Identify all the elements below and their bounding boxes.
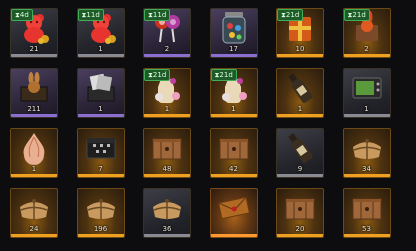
- inventory-slot-lollipops[interactable]: 2 ⧗11d: [143, 8, 191, 58]
- rarity-bar: [77, 114, 124, 117]
- inventory-slot-potion-flowers[interactable]: 1 ⧗21d: [209, 68, 258, 118]
- item-count: 1: [164, 105, 170, 113]
- item-count: 42: [229, 165, 238, 173]
- inventory-slot-parcel[interactable]: 36: [143, 188, 191, 238]
- onion-orb-icon: [18, 131, 50, 169]
- inventory-slot-tv-set[interactable]: 1: [342, 68, 391, 118]
- crate-icon: [350, 192, 384, 228]
- rarity-bar: [277, 234, 323, 237]
- inventory-slot-candy-jar[interactable]: 17: [209, 8, 258, 58]
- item-count: 53: [362, 225, 371, 233]
- item-count: 1: [231, 105, 236, 113]
- item-count: 196: [93, 225, 108, 233]
- item-count: 2: [164, 45, 170, 53]
- inventory-slot-envelope[interactable]: [209, 188, 258, 238]
- rarity-bar: [11, 54, 57, 57]
- inventory-slot-parcel[interactable]: 24: [10, 188, 58, 238]
- rarity-bar: [277, 174, 323, 177]
- inventory-slot-photo-chest[interactable]: 1: [76, 68, 125, 118]
- inventory-slot-parcel[interactable]: 34: [342, 128, 391, 178]
- crate-icon: [217, 132, 251, 168]
- item-count: 1: [98, 45, 103, 53]
- rarity-bar: [144, 234, 190, 237]
- inventory-slot-onion-orb[interactable]: 1: [10, 128, 58, 178]
- rarity-bar: [11, 234, 57, 237]
- inventory-slot-potion-flowers[interactable]: 1 ⧗21d: [143, 68, 191, 118]
- rarity-bar: [210, 114, 257, 117]
- rarity-bar: [77, 54, 124, 57]
- bottle-icon: [285, 131, 315, 169]
- dark-chest-icon: [84, 132, 118, 168]
- expiry-timer-badge: ⧗21d: [277, 9, 304, 21]
- rarity-bar: [343, 54, 390, 57]
- item-count: 17: [229, 45, 238, 53]
- inventory-slot-dark-chest[interactable]: 7: [76, 128, 125, 178]
- inventory-slot-wooden-crate[interactable]: 53: [342, 188, 391, 238]
- rarity-bar: [343, 234, 390, 237]
- rarity-bar: [144, 114, 190, 117]
- photo-chest-icon: [84, 71, 118, 109]
- rarity-bar: [210, 174, 257, 177]
- expiry-timer-badge: ⧗21d: [343, 9, 370, 21]
- expiry-timer-badge: ⧗21d: [210, 69, 237, 81]
- item-count: 21: [29, 45, 39, 53]
- inventory-slot-wooden-crate[interactable]: 42: [209, 128, 258, 178]
- item-count: 34: [362, 165, 371, 173]
- rarity-bar: [77, 234, 124, 237]
- item-count: 20: [295, 225, 305, 233]
- item-count: 1: [297, 105, 303, 113]
- inventory-slot-parcel[interactable]: 196: [76, 188, 125, 238]
- item-count: 36: [162, 225, 172, 233]
- rarity-bar: [210, 234, 257, 237]
- item-count: 1: [98, 105, 103, 113]
- rarity-bar: [343, 114, 390, 117]
- item-count: 211: [27, 105, 41, 113]
- rarity-bar: [210, 54, 257, 57]
- inventory-slot-bunny-box[interactable]: 2 ⧗21d: [342, 8, 391, 58]
- item-count: 1: [31, 165, 37, 173]
- crate-icon: [150, 132, 184, 168]
- item-count: 1: [364, 105, 369, 113]
- parcel-icon: [83, 193, 119, 227]
- rarity-bar: [77, 174, 124, 177]
- rarity-bar: [277, 114, 323, 117]
- inventory-slot-bunny-chest[interactable]: 211: [10, 68, 58, 118]
- expiry-timer-badge: ⧗4d: [11, 9, 33, 21]
- item-count: 7: [98, 165, 103, 173]
- parcel-icon: [349, 133, 385, 167]
- rarity-bar: [277, 54, 323, 57]
- item-count: 48: [162, 165, 172, 173]
- rarity-bar: [11, 114, 57, 117]
- expiry-timer-badge: ⧗11d: [144, 9, 171, 21]
- parcel-icon: [16, 193, 52, 227]
- inventory-slot-gummy-bear[interactable]: 21 ⧗4d: [10, 8, 58, 58]
- inventory-slot-bottle[interactable]: 1: [276, 68, 324, 118]
- inventory-slot-gift-box-orange[interactable]: 10 ⧗21d: [276, 8, 324, 58]
- expiry-timer-badge: ⧗21d: [144, 69, 171, 81]
- item-count: 9: [297, 165, 303, 173]
- envelope-icon: [217, 195, 251, 225]
- inventory-slot-gummy-bear[interactable]: 1 ⧗11d: [76, 8, 125, 58]
- rarity-bar: [11, 174, 57, 177]
- item-count: 10: [295, 45, 305, 53]
- inventory-grid: 21 ⧗4d 1 ⧗11d 2 ⧗11d 17 10 ⧗21d 2 ⧗21d 211 1 1 ⧗21d 1 ⧗2…: [0, 0, 416, 251]
- crate-icon: [283, 192, 317, 228]
- expiry-timer-badge: ⧗11d: [77, 9, 104, 21]
- bottle-icon: [285, 71, 315, 109]
- inventory-slot-bottle[interactable]: 9: [276, 128, 324, 178]
- parcel-icon: [149, 193, 185, 227]
- inventory-slot-wooden-crate[interactable]: 20: [276, 188, 324, 238]
- bunny-chest-icon: [17, 71, 51, 109]
- rarity-bar: [144, 174, 190, 177]
- rarity-bar: [343, 174, 390, 177]
- item-count: 2: [364, 45, 369, 53]
- tv-icon: [350, 73, 384, 107]
- item-count: 24: [29, 225, 39, 233]
- rarity-bar: [144, 54, 190, 57]
- inventory-slot-wooden-crate[interactable]: 48: [143, 128, 191, 178]
